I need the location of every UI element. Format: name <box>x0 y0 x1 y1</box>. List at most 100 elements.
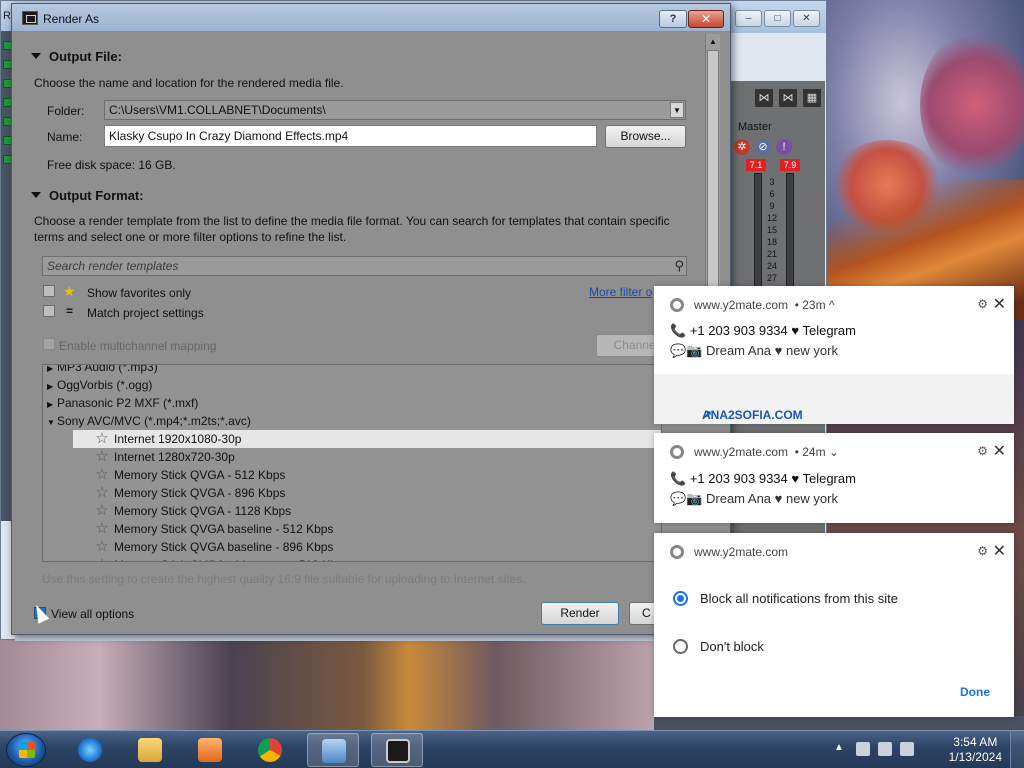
favorite-star-icon[interactable]: ☆ <box>93 430 111 448</box>
output-file-section-header[interactable]: Output File: <box>31 49 122 64</box>
notification-link-box[interactable]: ↗ ANA2SOFIA.COM <box>654 374 1014 424</box>
fx-icon[interactable]: ✲ <box>734 139 750 155</box>
template-item[interactable]: ☆ Memory Stick QVGA - 512 Kbps <box>73 466 661 484</box>
close-icon[interactable]: ✕ <box>993 441 1006 461</box>
template-item[interactable]: ☆ Memory Stick QVGA baseline - 896 Kbps <box>73 538 661 556</box>
block-notifications-radio[interactable] <box>673 591 688 606</box>
peak-meter-right: 7.9 <box>780 159 800 171</box>
taskbar-app-4[interactable] <box>307 733 359 767</box>
dont-block-label: Don't block <box>700 639 764 654</box>
peak-meter-left: 7.1 <box>746 159 766 171</box>
template-item[interactable]: ☆ Internet 1280x720-30p <box>73 448 661 466</box>
help-button[interactable]: ? <box>659 10 687 28</box>
taskbar-vegas-pro[interactable] <box>371 733 423 767</box>
clock-date: 1/13/2024 <box>948 750 1002 764</box>
template-category[interactable]: ▼ Sony AVC/MVC (*.mp4;*.m2ts;*.avc) <box>47 412 661 430</box>
scrollbar-thumb[interactable] <box>707 50 719 295</box>
maximize-button[interactable]: □ <box>764 10 791 27</box>
favorite-star-icon[interactable]: ☆ <box>93 538 111 556</box>
template-item[interactable]: ☆Memory Stick QVGA widescreen - 512 Kbps <box>73 556 661 561</box>
show-desktop-button[interactable] <box>1010 731 1024 768</box>
favorite-star-icon[interactable]: ☆ <box>93 520 111 538</box>
mute-icon[interactable]: ⊘ <box>755 139 771 155</box>
folder-dropdown[interactable]: C:\Users\VM1.COLLABNET\Documents\ ▼ <box>104 100 686 120</box>
gear-icon[interactable]: ⚙ <box>977 544 988 558</box>
favorite-star-icon[interactable]: ☆ <box>93 502 111 520</box>
search-icon[interactable]: ⚲ <box>674 258 684 274</box>
dialog-titlebar: Render As ? ✕ <box>12 4 730 32</box>
close-icon[interactable]: ✕ <box>993 294 1006 314</box>
web-notification[interactable]: www.y2mate.com • 23m ^ ⚙ ✕ 📞 +1 203 903 … <box>654 286 1014 424</box>
output-format-description: Choose a render template from the list t… <box>34 214 670 244</box>
mixer-settings-icon[interactable]: ▦ <box>803 89 821 107</box>
media-player-icon <box>198 738 222 762</box>
taskbar-chrome[interactable] <box>244 733 296 767</box>
favorite-star-icon[interactable]: ☆ <box>93 484 111 502</box>
show-favorites-checkbox[interactable] <box>43 285 55 297</box>
wallpaper-cloud <box>920 30 1024 180</box>
notification-line1-text: +1 203 903 9334 ♥ Telegram <box>689 323 856 338</box>
chrome-icon <box>258 738 282 762</box>
template-item[interactable]: ☆ Memory Stick QVGA - 1128 Kbps <box>73 502 661 520</box>
gear-icon[interactable]: ⚙ <box>977 444 988 458</box>
dialog-scrollbar[interactable]: ▲ <box>705 34 720 295</box>
template-item[interactable]: ☆ Memory Stick QVGA - 896 Kbps <box>73 484 661 502</box>
chrome-icon <box>670 298 684 312</box>
expanded-triangle-icon[interactable]: ▼ <box>47 414 57 432</box>
meter-scale-tick: 15 <box>766 225 777 235</box>
chevron-down-icon[interactable]: ▼ <box>670 102 684 118</box>
meter-scale-tick: 21 <box>766 249 777 259</box>
file-name-input[interactable]: Klasky Csupo In Crazy Diamond Effects.mp… <box>104 125 597 147</box>
more-filter-options-link[interactable]: More filter o <box>589 285 652 299</box>
template-item[interactable]: ☆ Internet 1920x1080-30p <box>73 430 661 448</box>
match-project-checkbox[interactable] <box>43 305 55 317</box>
web-notification[interactable]: www.y2mate.com • 24m ⌄ ⚙ ✕ 📞 +1 203 903 … <box>654 433 1014 523</box>
close-button[interactable]: ✕ <box>793 10 820 27</box>
taskbar-media-player[interactable] <box>184 733 236 767</box>
template-search-input[interactable]: Search render templates ⚲ <box>42 256 687 276</box>
phone-icon: 📞 <box>670 471 687 486</box>
template-category[interactable]: ▶ OggVorbis (*.ogg) <box>47 376 661 394</box>
dialog-body: Output File: Choose the name and locatio… <box>19 32 707 630</box>
close-icon[interactable]: ✕ <box>993 541 1006 561</box>
volume-icon[interactable] <box>900 742 914 756</box>
template-label: Memory Stick QVGA - 896 Kbps <box>114 486 286 500</box>
master-label: Master <box>738 121 772 133</box>
collapse-triangle-icon <box>31 192 41 198</box>
taskbar-file-explorer[interactable] <box>124 733 176 767</box>
tray-expand-icon[interactable]: ▲ <box>834 742 844 753</box>
favorite-star-icon: ★ <box>63 283 76 299</box>
mixer-tool-icon[interactable]: ⋈ <box>755 89 773 107</box>
template-label: MP3 Audio (*.mp3) <box>57 364 158 374</box>
favorite-star-icon[interactable]: ☆ <box>93 466 111 484</box>
action-center-icon[interactable] <box>856 742 870 756</box>
taskbar-internet-explorer[interactable] <box>64 733 116 767</box>
name-label: Name: <box>47 130 83 144</box>
scroll-up-arrow-icon[interactable]: ▲ <box>709 37 717 46</box>
notification-age: • 24m ⌄ <box>794 445 839 459</box>
solo-icon[interactable]: ! <box>776 139 792 155</box>
template-category[interactable]: ▶ Panasonic P2 MXF (*.mxf) <box>47 394 661 412</box>
multichannel-checkbox[interactable] <box>43 338 55 350</box>
close-button[interactable]: ✕ <box>688 10 724 28</box>
output-format-section-header[interactable]: Output Format: <box>31 188 144 203</box>
dont-block-radio[interactable] <box>673 639 688 654</box>
favorite-star-icon[interactable]: ☆ <box>93 556 111 561</box>
done-button[interactable]: Done <box>960 685 990 699</box>
favorite-star-icon[interactable]: ☆ <box>93 448 111 466</box>
meter-scale-tick: 18 <box>766 237 777 247</box>
start-button[interactable] <box>6 733 46 767</box>
render-button[interactable]: Render <box>541 602 619 625</box>
gear-icon[interactable]: ⚙ <box>977 297 988 311</box>
template-category[interactable]: ▶ MP3 Audio (*.mp3) <box>47 364 661 376</box>
notification-line1: 📞 +1 203 903 9334 ♥ Telegram <box>670 323 856 339</box>
output-format-heading: Output Format: <box>49 188 144 203</box>
network-icon[interactable] <box>878 742 892 756</box>
clock[interactable]: 3:54 AM 1/13/2024 <box>949 735 1002 765</box>
browse-button[interactable]: Browse... <box>605 125 686 148</box>
template-item[interactable]: ☆ Memory Stick QVGA baseline - 512 Kbps <box>73 520 661 538</box>
template-label: Panasonic P2 MXF (*.mxf) <box>57 396 199 410</box>
minimize-button[interactable]: – <box>735 10 762 27</box>
mixer-tool-icon[interactable]: ⋈ <box>779 89 797 107</box>
meter-scale-tick: 3 <box>769 177 775 187</box>
